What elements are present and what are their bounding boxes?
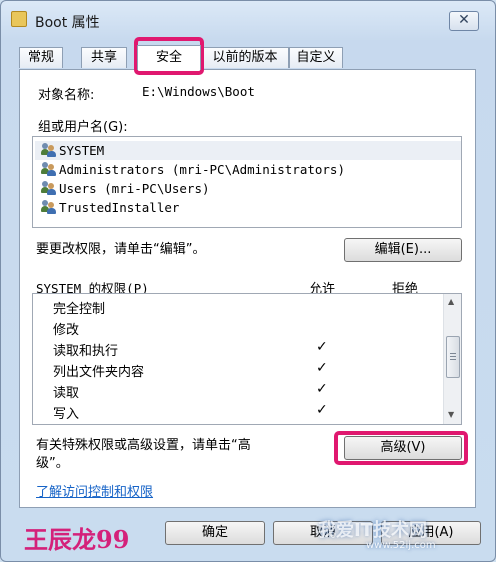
object-name-value: E:\Windows\Boot <box>142 84 255 99</box>
site-watermark: 我爱IT技术网 <box>318 520 427 541</box>
user-name: Administrators (mri-PC\Administrators) <box>59 162 345 177</box>
permission-name: 读取 <box>53 386 80 401</box>
users-list[interactable]: SYSTEM Administrators (mri-PC\Administra… <box>32 136 462 228</box>
properties-window: Boot 属性 ✕ 常规 共享 安全 以前的版本 自定义 对象名称: E:\Wi… <box>0 0 496 562</box>
user-name: TrustedInstaller <box>59 200 180 215</box>
list-item-trustedinstaller[interactable]: TrustedInstaller <box>41 198 179 217</box>
permission-row: 写入 ✓ <box>33 401 437 422</box>
signature-text: 王辰龙99 <box>24 525 130 554</box>
permission-name: 读取和执行 <box>53 344 119 359</box>
advanced-hint-line2: 级”。 <box>36 456 69 471</box>
tab-security[interactable]: 安全 <box>137 45 201 70</box>
tab-previous-versions[interactable]: 以前的版本 <box>201 47 289 68</box>
close-icon: ✕ <box>458 12 470 28</box>
permission-name: 写入 <box>53 407 80 422</box>
permissions-scrollbar[interactable]: ▲ ▼ <box>443 294 461 424</box>
ok-button[interactable]: 确定 <box>165 521 265 545</box>
highlight-advanced-button <box>334 431 468 465</box>
edit-button[interactable]: 编辑(E)... <box>344 238 462 262</box>
learn-access-control-link[interactable]: 了解访问控制和权限 <box>36 481 153 500</box>
permission-row: 完全控制 <box>33 296 437 317</box>
allow-check-icon: ✓ <box>316 402 328 418</box>
list-item-system[interactable]: SYSTEM <box>35 141 461 160</box>
permission-row: 读取和执行 ✓ <box>33 338 437 359</box>
list-item-users[interactable]: Users (mri-PC\Users) <box>41 179 210 198</box>
tab-customize[interactable]: 自定义 <box>289 47 343 68</box>
list-item-administrators[interactable]: Administrators (mri-PC\Administrators) <box>41 160 345 179</box>
users-icon <box>41 181 57 195</box>
permissions-list: 完全控制 修改 读取和执行 ✓ 列出文件夹内容 ✓ 读取 ✓ 写入 ✓ ▲ ▼ <box>32 293 462 425</box>
user-name: SYSTEM <box>59 143 105 158</box>
tab-general[interactable]: 常规 <box>19 47 63 68</box>
permission-row: 读取 ✓ <box>33 380 437 401</box>
folder-icon <box>11 11 27 27</box>
window-title: Boot 属性 <box>35 15 100 31</box>
scroll-up-icon[interactable]: ▲ <box>448 297 454 306</box>
site-watermark-url: www.52ij.com <box>366 540 436 551</box>
permission-name: 列出文件夹内容 <box>53 365 145 380</box>
permission-row: 修改 <box>33 317 437 338</box>
scroll-thumb[interactable] <box>446 336 460 378</box>
permission-row: 列出文件夹内容 ✓ <box>33 359 437 380</box>
close-button[interactable]: ✕ <box>449 11 479 31</box>
allow-check-icon: ✓ <box>316 339 328 355</box>
object-name-label: 对象名称: <box>38 88 95 103</box>
groups-label: 组或用户名(G): <box>38 120 128 135</box>
edit-hint: 要更改权限，请单击“编辑”。 <box>36 242 206 257</box>
users-icon <box>41 143 57 157</box>
advanced-hint-line1: 有关特殊权限或高级设置，请单击“高 <box>36 438 251 453</box>
permission-name: 修改 <box>53 323 80 338</box>
tab-sharing[interactable]: 共享 <box>81 47 127 68</box>
scroll-down-icon[interactable]: ▼ <box>448 410 454 419</box>
permission-name: 完全控制 <box>53 302 106 317</box>
allow-check-icon: ✓ <box>316 381 328 397</box>
user-name: Users (mri-PC\Users) <box>59 181 210 196</box>
title-bar: Boot 属性 ✕ <box>1 1 495 37</box>
users-icon <box>41 162 57 176</box>
allow-check-icon: ✓ <box>316 360 328 376</box>
users-icon <box>41 200 57 214</box>
